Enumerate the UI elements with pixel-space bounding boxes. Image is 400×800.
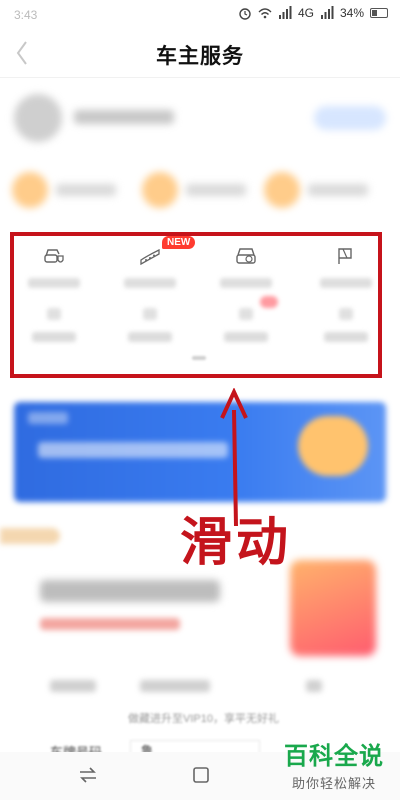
service-label	[324, 332, 368, 342]
profile-name	[74, 110, 174, 124]
vip-promo-text: 做藏进升至VIP10，享平无好礼	[128, 713, 279, 725]
pager-indicator	[192, 356, 206, 360]
service-item[interactable]	[216, 308, 276, 342]
service-label	[32, 332, 76, 342]
hot-badge	[260, 296, 278, 308]
status-icons: 4G 34%	[238, 6, 388, 20]
quick-actions	[12, 170, 392, 210]
app-header: 车主服务	[0, 30, 400, 78]
status-bar: 3:43 4G 34%	[0, 0, 400, 30]
service-item[interactable]	[316, 308, 376, 342]
service-item[interactable]	[24, 308, 84, 342]
service-label	[224, 332, 268, 342]
service-item[interactable]	[316, 244, 376, 288]
quick-action[interactable]	[142, 170, 262, 210]
service-icon-placeholder	[239, 308, 253, 320]
battery-icon	[370, 8, 388, 18]
network-type: 4G	[297, 6, 314, 20]
battery-percent: 34%	[339, 6, 364, 20]
wifi-icon	[258, 8, 272, 19]
service-label	[220, 278, 272, 288]
service-item[interactable]	[24, 244, 84, 288]
status-time: 3:43	[14, 8, 38, 22]
home-icon[interactable]	[192, 766, 210, 784]
service-icon-placeholder	[143, 308, 157, 320]
service-label	[128, 332, 172, 342]
service-item[interactable]	[120, 308, 180, 342]
service-label	[320, 278, 372, 288]
service-icon-placeholder	[47, 308, 61, 320]
promo-banner[interactable]	[14, 402, 386, 502]
service-icon-placeholder	[339, 308, 353, 320]
car-parts-icon	[140, 248, 160, 266]
watermark: 百科全说 助你轻松解决	[276, 736, 392, 792]
signal-icon	[320, 6, 334, 19]
new-badge: NEW	[162, 236, 196, 249]
profile-action-button[interactable]	[314, 106, 386, 130]
service-label	[28, 278, 80, 288]
quick-action[interactable]	[12, 170, 132, 210]
alarm-icon	[239, 8, 251, 20]
service-label	[124, 278, 176, 288]
user-profile[interactable]	[14, 94, 386, 146]
service-item[interactable]	[120, 244, 180, 288]
watermark-subtitle: 助你轻松解决	[291, 777, 376, 792]
service-item[interactable]	[216, 244, 276, 288]
avatar	[14, 94, 62, 142]
signal-icon	[278, 6, 292, 19]
quick-action[interactable]	[264, 170, 384, 210]
road-flag-icon	[338, 248, 352, 264]
recent-apps-icon[interactable]	[78, 766, 98, 784]
swipe-label: 滑动	[180, 512, 293, 573]
car-shield-icon	[44, 249, 64, 263]
watermark-title: 百科全说	[284, 742, 384, 770]
page-title: 车主服务	[156, 44, 244, 68]
car-wash-icon	[236, 248, 256, 264]
